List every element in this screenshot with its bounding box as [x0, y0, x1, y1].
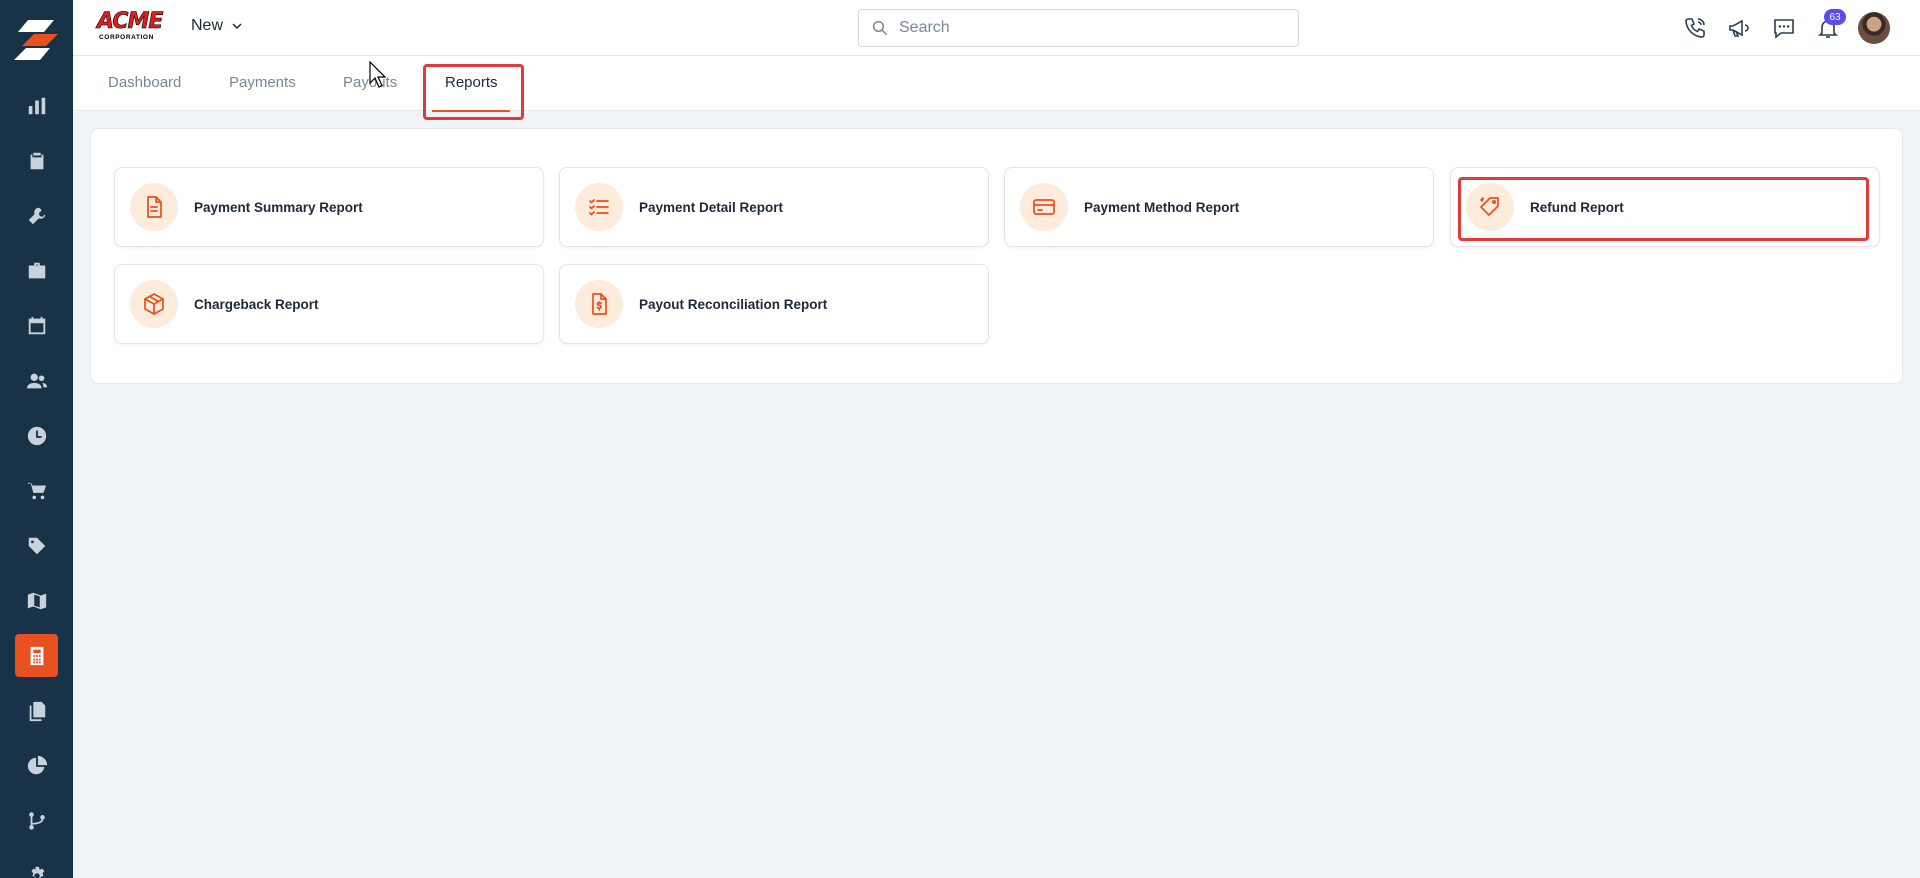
sidebar-item-workflows[interactable]: [15, 799, 58, 842]
report-icon-circle: [1020, 183, 1068, 231]
report-label: Chargeback Report: [194, 296, 319, 312]
tools-icon: [28, 207, 45, 224]
report-card-payment-detail[interactable]: Payment Detail Report: [559, 167, 989, 247]
search-icon: [872, 20, 888, 36]
files-icon: [29, 701, 45, 721]
calendar-icon: [28, 316, 45, 334]
search-box[interactable]: [858, 9, 1299, 47]
company-logo-subtitle: CORPORATION: [99, 34, 154, 41]
user-avatar[interactable]: [1858, 12, 1890, 44]
chat-icon: [1774, 19, 1794, 39]
sidebar-item-tasks[interactable]: [15, 139, 58, 182]
phone-icon: [1685, 18, 1705, 38]
top-bar: ACME CORPORATION New 63: [73, 0, 1920, 56]
invoice-dollar-icon: [592, 293, 607, 315]
sidebar-item-time[interactable]: [15, 414, 58, 457]
report-icon-circle: [130, 280, 178, 328]
sidebar-item-payments[interactable]: [15, 634, 58, 677]
new-dropdown-button[interactable]: New: [191, 17, 243, 35]
report-label: Payment Summary Report: [194, 199, 363, 215]
sidebar-item-reports[interactable]: [15, 744, 58, 787]
tab-payments[interactable]: Payments: [229, 74, 296, 91]
sidebar-item-settings[interactable]: [15, 854, 58, 878]
reports-tab-highlight-box: [423, 64, 524, 120]
report-card-payment-method[interactable]: Payment Method Report: [1004, 167, 1434, 247]
company-logo[interactable]: ACME CORPORATION: [97, 9, 169, 42]
box-icon: [144, 293, 164, 315]
checklist-icon: [589, 199, 609, 216]
calculator-icon: [30, 646, 43, 665]
branch-icon: [28, 811, 45, 830]
report-card-payout-reconciliation[interactable]: Payout Reconciliation Report: [559, 264, 989, 344]
report-label: Payment Method Report: [1084, 199, 1240, 215]
report-label: Payout Reconciliation Report: [639, 296, 828, 312]
sidebar-item-customers[interactable]: [15, 359, 58, 402]
report-icon-circle: [130, 183, 178, 231]
sidebar-item-documents[interactable]: [15, 689, 58, 732]
clipboard-check-icon: [30, 152, 43, 169]
credit-card-icon: [1033, 199, 1055, 215]
chat-button[interactable]: [1770, 14, 1798, 42]
users-icon: [26, 373, 47, 388]
settings-icon: [31, 866, 44, 878]
sidebar-item-map[interactable]: [15, 579, 58, 622]
report-card-payment-summary[interactable]: Payment Summary Report: [114, 167, 544, 247]
refund-report-highlight-box: [1458, 177, 1869, 241]
new-button-label: New: [191, 17, 224, 34]
cart-icon: [27, 482, 46, 499]
tag-icon: [28, 537, 45, 554]
company-logo-name: ACME: [97, 9, 164, 34]
tab-bar: Dashboard Payments Payouts Reports: [73, 56, 1920, 111]
sidebar-item-calendar[interactable]: [15, 304, 58, 347]
announcements-button[interactable]: [1725, 14, 1753, 42]
search-input[interactable]: [899, 19, 1279, 37]
report-card-chargeback[interactable]: Chargeback Report: [114, 264, 544, 344]
report-icon-circle: [575, 280, 623, 328]
briefcase-icon: [28, 262, 45, 278]
chevron-down-icon: [232, 23, 242, 30]
tab-dashboard[interactable]: Dashboard: [108, 74, 181, 91]
sidebar-item-pricing[interactable]: [15, 524, 58, 567]
map-icon: [27, 592, 46, 609]
megaphone-icon: [1729, 19, 1749, 37]
app-logo-icon[interactable]: [14, 18, 58, 62]
sidebar-item-tools[interactable]: [15, 194, 58, 237]
document-icon: [147, 196, 162, 218]
sidebar-item-jobs[interactable]: [15, 249, 58, 292]
clock-icon: [27, 426, 46, 445]
report-icon-circle: [575, 183, 623, 231]
sidebar-item-analytics[interactable]: [15, 84, 58, 127]
bar-chart-icon: [28, 97, 45, 114]
report-label: Payment Detail Report: [639, 199, 784, 215]
pie-chart-icon: [27, 755, 47, 774]
notification-count-badge: 63: [1824, 9, 1846, 25]
sidebar: [0, 0, 73, 878]
phone-button[interactable]: [1681, 14, 1709, 42]
mouse-cursor-icon: [369, 61, 387, 88]
sidebar-item-shop[interactable]: [15, 469, 58, 512]
